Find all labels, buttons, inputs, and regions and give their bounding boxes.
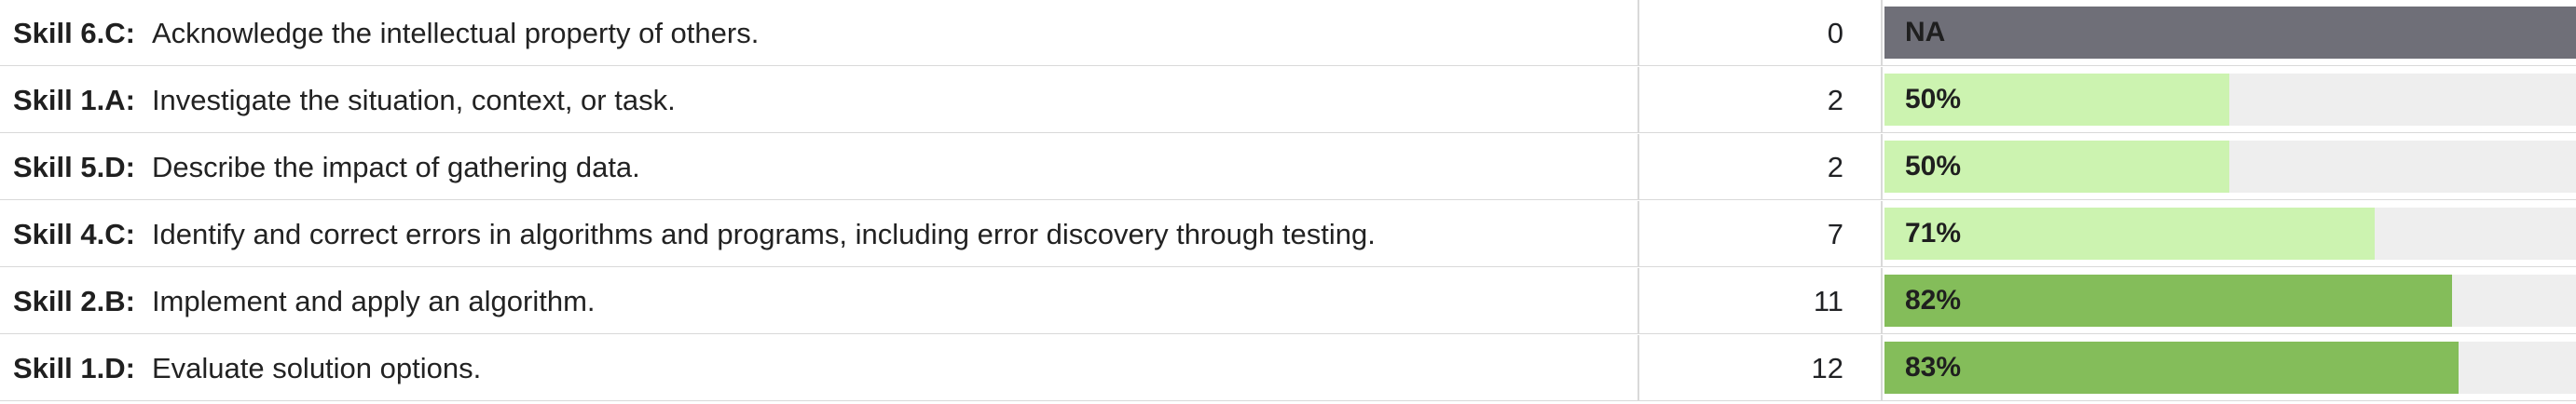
skill-description: Acknowledge the intellectual property of… — [151, 16, 760, 49]
skill-cell: Skill 4.C: Identify and correct errors i… — [0, 201, 1637, 267]
item-count: 12 — [1637, 335, 1883, 401]
item-count: 2 — [1637, 67, 1883, 133]
item-count: 11 — [1637, 268, 1883, 334]
item-count: 7 — [1637, 201, 1883, 267]
score-bar: NA — [1884, 7, 2576, 59]
skill-code: Skill 4.C: — [13, 217, 135, 250]
skill-cell: Skill 1.A: Investigate the situation, co… — [0, 67, 1637, 133]
score-bar: 71% — [1884, 208, 2576, 260]
table-row: Skill 1.A: Investigate the situation, co… — [0, 67, 2576, 133]
score-bar-fill — [1884, 7, 2576, 59]
score-label: 50% — [1905, 84, 1962, 114]
skill-code: Skill 1.D: — [13, 351, 135, 384]
skill-cell: Skill 1.D: Evaluate solution options. — [0, 335, 1637, 401]
skill-description: Evaluate solution options. — [151, 351, 482, 384]
skill-description: Implement and apply an algorithm. — [151, 284, 596, 317]
skills-table: Skill 6.C: Acknowledge the intellectual … — [0, 0, 2576, 404]
score-label: 71% — [1905, 218, 1962, 249]
table-row: Skill 4.C: Identify and correct errors i… — [0, 201, 2576, 267]
table-row: Skill 5.D: Describe the impact of gather… — [0, 134, 2576, 200]
skill-cell: Skill 2.B: Implement and apply an algori… — [0, 268, 1637, 334]
score-bar: 82% — [1884, 275, 2576, 327]
skill-code: Skill 6.C: — [13, 16, 135, 49]
skill-description: Investigate the situation, context, or t… — [151, 83, 676, 116]
score-label: 82% — [1905, 285, 1962, 316]
score-bar: 83% — [1884, 342, 2576, 394]
item-count: 2 — [1637, 134, 1883, 200]
skill-cell: Skill 5.D: Describe the impact of gather… — [0, 134, 1637, 200]
item-count: 0 — [1637, 0, 1883, 66]
score-label: 83% — [1905, 352, 1962, 383]
score-bar: 50% — [1884, 141, 2576, 193]
skill-code: Skill 1.A: — [13, 83, 135, 116]
score-label: 50% — [1905, 151, 1962, 182]
skill-description: Identify and correct errors in algorithm… — [151, 217, 1376, 250]
skill-cell: Skill 6.C: Acknowledge the intellectual … — [0, 0, 1637, 66]
table-row: Skill 2.B: Implement and apply an algori… — [0, 268, 2576, 334]
table-row: Skill 1.D: Evaluate solution options. 12… — [0, 335, 2576, 401]
score-bar-fill — [1884, 342, 2459, 394]
skill-description: Describe the impact of gathering data. — [151, 150, 640, 183]
score-label: NA — [1905, 17, 1946, 47]
table-row: Skill 6.C: Acknowledge the intellectual … — [0, 0, 2576, 66]
skill-code: Skill 2.B: — [13, 284, 135, 317]
score-bar: 50% — [1884, 74, 2576, 126]
skill-code: Skill 5.D: — [13, 150, 135, 183]
score-bar-fill — [1884, 275, 2452, 327]
